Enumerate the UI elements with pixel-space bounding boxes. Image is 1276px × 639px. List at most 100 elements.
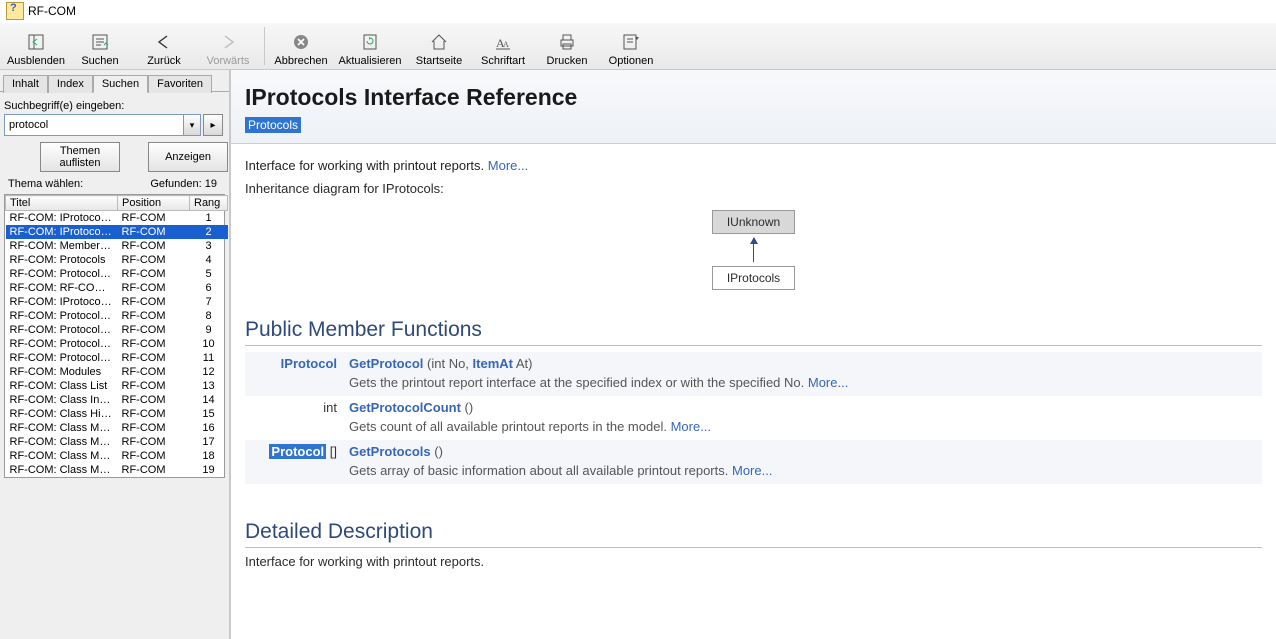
detailed-heading: Detailed Description [245,520,1262,548]
results-table: Titel Position Rang RF-COM: IProtocols..… [4,194,225,478]
result-row[interactable]: RF-COM: Protocol S...RF-COM5 [6,267,228,281]
members-heading: Public Member Functions [245,318,1262,346]
result-rank: 5 [190,267,228,281]
result-position: RF-COM [118,281,190,295]
tb-font[interactable]: AA Schriftart [471,31,535,69]
member-signature: GetProtocols () [343,440,1262,463]
window-title: RF-COM [28,4,76,18]
intro-text: Interface for working with printout repo… [245,158,484,173]
module-chip[interactable]: Protocols [245,117,301,133]
tb-search[interactable]: Suchen [68,31,132,69]
tb-separator [264,27,265,65]
result-row[interactable]: RF-COM: Class Mem...RF-COM18 [6,449,228,463]
search-field-wrap: ▾ [4,114,201,136]
tab-index[interactable]: Index [48,75,93,93]
result-rank: 13 [190,379,228,393]
result-row[interactable]: RF-COM: Class Mem...RF-COM19 [6,463,228,477]
result-rank: 8 [190,309,228,323]
search-go-button[interactable]: ▸ [203,114,223,136]
tab-search[interactable]: Suchen [93,75,148,93]
result-title: RF-COM: Protocols [6,253,118,267]
result-rank: 17 [190,435,228,449]
result-position: RF-COM [118,211,190,226]
member-more-link[interactable]: More... [671,419,711,434]
tb-hide[interactable]: Ausblenden [4,31,68,69]
result-row[interactable]: RF-COM: IProtocols...RF-COM1 [6,211,228,226]
result-rank: 14 [190,393,228,407]
member-row: IProtocolGetProtocol (int No, ItemAt At) [245,352,1262,375]
result-row[interactable]: RF-COM: ModulesRF-COM12 [6,365,228,379]
search-dropdown-button[interactable]: ▾ [183,115,200,135]
result-position: RF-COM [118,365,190,379]
tb-refresh[interactable]: Aktualisieren [333,31,407,69]
result-title: RF-COM: Class Mem... [6,463,118,477]
result-row[interactable]: RF-COM: ProtocolC...RF-COM8 [6,309,228,323]
member-name-link[interactable]: GetProtocolCount [349,400,461,415]
result-row[interactable]: RF-COM: Class ListRF-COM13 [6,379,228,393]
result-row[interactable]: RF-COM: Class Mem...RF-COM17 [6,435,228,449]
found-label: Gefunden: 19 [150,178,217,190]
content-pane[interactable]: IProtocols Interface Reference Protocols… [231,70,1276,639]
search-input[interactable] [5,115,183,135]
result-row[interactable]: RF-COM: Member ListRF-COM3 [6,239,228,253]
result-title: RF-COM: Class Mem... [6,421,118,435]
page-title: IProtocols Interface Reference [245,84,1262,111]
result-row[interactable]: RF-COM: Class IndexRF-COM14 [6,393,228,407]
col-rank[interactable]: Rang [190,196,228,211]
member-more-link[interactable]: More... [808,375,848,390]
result-rank: 2 [190,225,228,239]
cancel-icon [269,31,333,53]
return-type-link[interactable]: IProtocol [281,356,337,371]
result-row[interactable]: RF-COM: ProtocolH...RF-COM10 [6,337,228,351]
result-row[interactable]: RF-COM: IProtocols ...RF-COM2 [6,225,228,239]
tab-content[interactable]: Inhalt [3,75,48,93]
list-topics-button[interactable]: Themen auflisten [40,142,120,172]
result-title: RF-COM: Modules [6,365,118,379]
param-type-link[interactable]: ItemAt [473,356,513,371]
result-title: RF-COM: ProtocolH... [6,337,118,351]
tb-options[interactable]: Optionen [599,31,663,69]
tb-back[interactable]: Zurück [132,31,196,69]
tab-favorites[interactable]: Favoriten [148,75,212,93]
result-title: RF-COM: Class Index [6,393,118,407]
sidebar-tabs: Inhalt Index Suchen Favoriten [0,74,229,92]
result-row[interactable]: RF-COM: IProtocol I...RF-COM7 [6,295,228,309]
result-rank: 3 [190,239,228,253]
inheritance-label: Inheritance diagram for IProtocols: [245,181,1262,196]
result-position: RF-COM [118,407,190,421]
members-table: IProtocolGetProtocol (int No, ItemAt At)… [245,352,1262,484]
result-rank: 11 [190,351,228,365]
result-row[interactable]: RF-COM: Class Hier...RF-COM15 [6,407,228,421]
inh-box-child[interactable]: IProtocols [712,266,795,290]
font-icon: AA [471,31,535,53]
result-title: RF-COM: Protocol S... [6,267,118,281]
member-name-link[interactable]: GetProtocols [349,444,431,459]
result-row[interactable]: RF-COM: RF-COM v...RF-COM6 [6,281,228,295]
result-title: RF-COM: Class Hier... [6,407,118,421]
result-row[interactable]: RF-COM: ProtocolD...RF-COM9 [6,323,228,337]
result-rank: 18 [190,449,228,463]
arrow-right-icon [196,31,260,53]
tb-cancel[interactable]: Abbrechen [269,31,333,69]
member-name-link[interactable]: GetProtocol [349,356,423,371]
result-rank: 15 [190,407,228,421]
return-type-link[interactable]: Protocol [269,444,326,459]
result-row[interactable]: RF-COM: ProtocolsRF-COM4 [6,253,228,267]
col-title[interactable]: Titel [6,196,118,211]
result-row[interactable]: RF-COM: Class Mem...RF-COM16 [6,421,228,435]
tb-home[interactable]: Startseite [407,31,471,69]
inheritance-diagram: IUnknown IProtocols [245,206,1262,294]
tb-print[interactable]: Drucken [535,31,599,69]
show-button[interactable]: Anzeigen [148,142,228,172]
member-desc: Gets count of all available printout rep… [343,419,1262,440]
result-title: RF-COM: Class Mem... [6,449,118,463]
result-rank: 4 [190,253,228,267]
member-desc: Gets array of basic information about al… [343,463,1262,484]
intro-more-link[interactable]: More... [488,158,528,173]
inh-box-parent[interactable]: IUnknown [712,210,795,234]
col-position[interactable]: Position [118,196,190,211]
svg-text:A: A [503,40,509,49]
member-more-link[interactable]: More... [732,463,772,478]
result-row[interactable]: RF-COM: ProtocolN...RF-COM11 [6,351,228,365]
inheritance-arrow-icon [753,238,754,262]
